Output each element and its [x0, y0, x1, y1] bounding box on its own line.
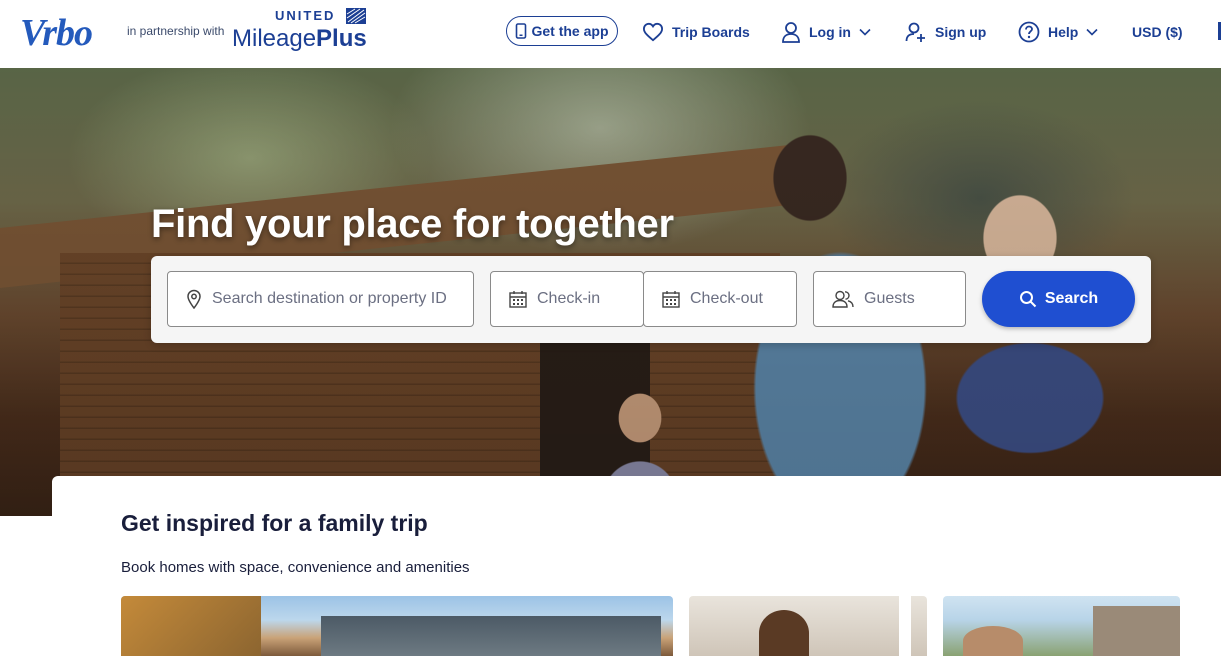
check-out-placeholder: Check-out: [690, 290, 763, 307]
guests-field[interactable]: Guests: [813, 271, 966, 327]
user-icon: [782, 22, 800, 43]
log-in-label: Log in: [809, 24, 851, 40]
check-in-placeholder: Check-in: [537, 290, 601, 307]
search-button[interactable]: Search: [982, 271, 1135, 327]
inspiration-card-image[interactable]: [121, 596, 673, 656]
thumb-detail: [963, 626, 1023, 656]
mileageplus-logo[interactable]: MileagePlus: [232, 26, 367, 52]
help-icon: [1018, 21, 1040, 43]
partner-text: in partnership with: [127, 24, 225, 38]
calendar-icon: [662, 291, 680, 308]
hero-title: Find your place for together: [151, 202, 674, 246]
inspiration-card-image[interactable]: [689, 596, 927, 656]
section-title: Get inspired for a family trip: [121, 510, 428, 536]
help-label: Help: [1048, 24, 1079, 40]
get-the-app-button[interactable]: Get the app: [506, 16, 618, 46]
mileageplus-text: Mileage: [232, 25, 317, 52]
heart-icon: [642, 22, 664, 42]
thumb-detail: [121, 596, 261, 656]
united-logo-text[interactable]: UNITED: [275, 8, 335, 23]
trip-boards-label: Trip Boards: [672, 24, 750, 40]
mileageplus-plus-text: Plus: [316, 25, 367, 52]
destination-input[interactable]: Search destination or property ID: [167, 271, 474, 327]
sign-up-link[interactable]: Sign up: [905, 18, 986, 46]
destination-placeholder: Search destination or property ID: [212, 290, 447, 307]
currency-selector[interactable]: USD ($): [1132, 18, 1183, 46]
vrbo-logo[interactable]: Vrbo: [20, 13, 93, 53]
thumb-detail: [899, 596, 911, 656]
check-in-field[interactable]: Check-in: [490, 271, 644, 327]
add-user-icon: [905, 22, 925, 42]
thumb-detail: [1093, 606, 1180, 656]
inspiration-card-image[interactable]: [943, 596, 1180, 656]
search-button-label: Search: [1044, 290, 1099, 307]
thumb-detail: [759, 610, 809, 656]
chevron-down-icon: [859, 28, 871, 36]
search-panel: Search destination or property ID Check-…: [151, 256, 1151, 343]
log-in-menu[interactable]: Log in: [781, 18, 871, 46]
trip-boards-link[interactable]: Trip Boards: [642, 18, 750, 46]
guests-icon: [832, 290, 854, 308]
united-globe-icon: [346, 8, 366, 24]
section-subtitle: Book homes with space, convenience and a…: [121, 559, 470, 576]
currency-label: USD ($): [1132, 24, 1183, 40]
check-out-field[interactable]: Check-out: [643, 271, 797, 327]
search-icon: [1019, 291, 1037, 308]
phone-icon: [516, 23, 527, 39]
guests-placeholder: Guests: [864, 290, 915, 307]
location-pin-icon: [187, 289, 201, 309]
get-the-app-label: Get the app: [531, 23, 609, 39]
thumb-detail: [321, 616, 661, 656]
chevron-down-icon: [1086, 28, 1098, 36]
top-header: Vrbo in partnership with UNITED MileageP…: [0, 0, 1221, 69]
calendar-icon: [509, 291, 527, 308]
help-menu[interactable]: Help: [1018, 18, 1098, 46]
sign-up-label: Sign up: [935, 24, 987, 40]
